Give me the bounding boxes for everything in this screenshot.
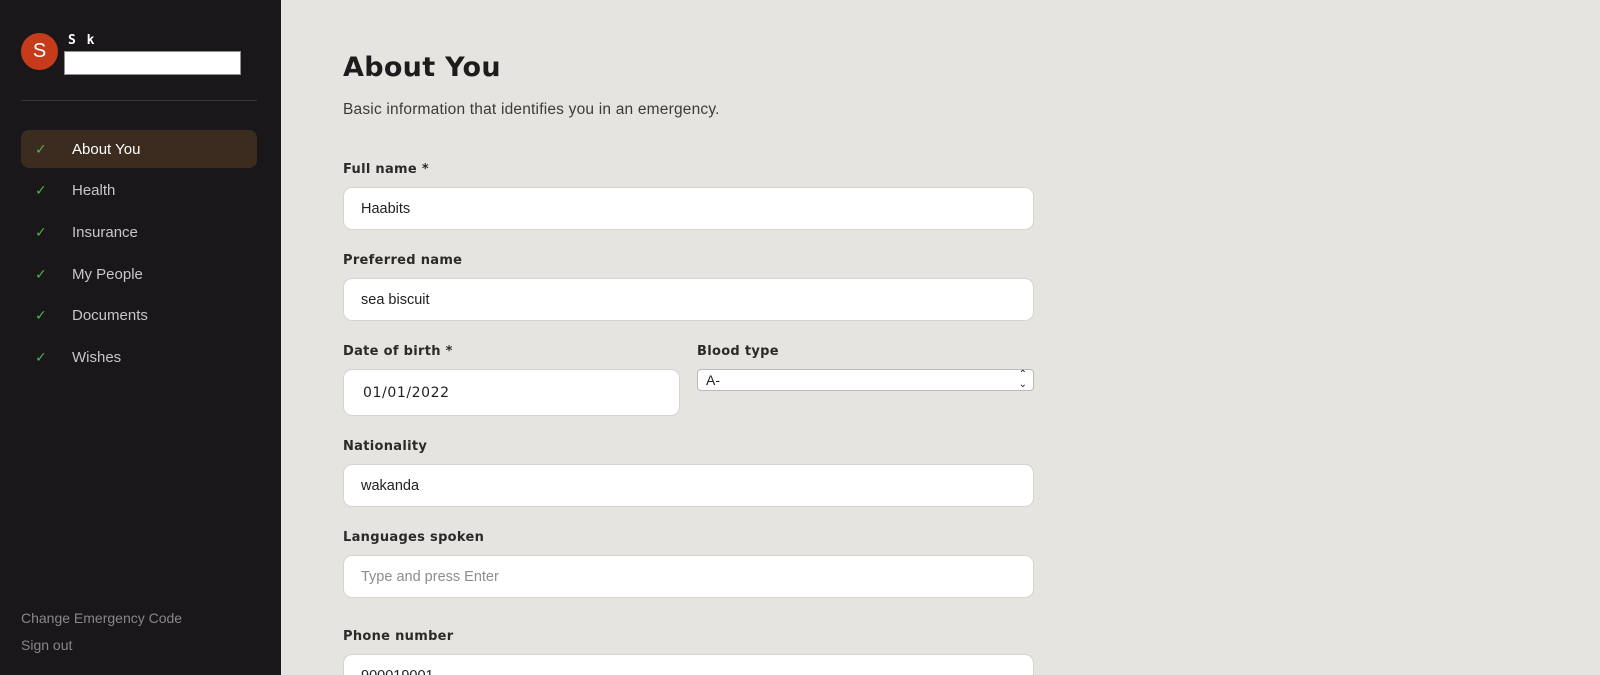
check-icon: ✓ [35,223,47,240]
sidebar-item-label: My People [72,265,143,283]
sidebar-item-insurance[interactable]: ✓ Insurance [21,213,257,251]
sidebar-item-label: Health [72,182,116,200]
check-icon: ✓ [35,182,47,199]
page-title: About You [343,52,501,83]
sidebar: S S k ✓ About You ✓ Health ✓ Insurance ✓ [0,0,281,675]
sidebar-item-wishes[interactable]: ✓ Wishes [21,338,257,376]
check-icon: ✓ [35,140,47,157]
sidebar-nav: ✓ About You ✓ Health ✓ Insurance ✓ My Pe… [21,130,257,380]
preferred-name-label: Preferred name [343,253,463,268]
sidebar-item-documents[interactable]: ✓ Documents [21,297,257,335]
check-icon: ✓ [35,348,47,365]
blood-type-value: A- [706,372,720,388]
full-name-label: Full name * [343,162,429,177]
app-root: S S k ✓ About You ✓ Health ✓ Insurance ✓ [0,0,1600,675]
preferred-name-input[interactable]: sea biscuit [343,278,1034,321]
full-name-input[interactable]: Haabits [343,187,1034,230]
date-of-birth-label: Date of birth * [343,344,453,359]
profile-name: S k [68,33,96,48]
sidebar-item-label: Insurance [72,223,138,241]
profile-name-input[interactable] [64,51,241,75]
main-content: About You Basic information that identif… [281,0,1600,675]
phone-input[interactable]: 900019001 [343,654,1034,675]
profile-info: S k [64,33,241,75]
sidebar-item-label: Wishes [72,348,122,366]
sidebar-footer: Change Emergency Code Sign out [21,610,182,664]
avatar[interactable]: S [21,33,58,70]
sidebar-item-my-people[interactable]: ✓ My People [21,255,257,293]
blood-type-select[interactable]: A- ⌃ ⌄ [697,369,1034,391]
blood-type-label: Blood type [697,344,779,359]
sidebar-item-health[interactable]: ✓ Health [21,172,257,210]
page-subtitle: Basic information that identifies you in… [343,101,720,118]
date-of-birth-input[interactable]: 01/01/2022 [343,369,680,416]
sidebar-item-label: Documents [72,307,148,325]
languages-input[interactable]: Type and press Enter [343,555,1034,598]
change-emergency-code-link[interactable]: Change Emergency Code [21,610,182,626]
languages-label: Languages spoken [343,530,485,545]
sign-out-link[interactable]: Sign out [21,637,182,653]
select-arrows-icon: ⌃ ⌄ [1018,369,1027,390]
nationality-label: Nationality [343,439,428,454]
sidebar-item-about-you[interactable]: ✓ About You [21,130,257,168]
sidebar-item-label: About You [72,140,141,158]
sidebar-divider [21,100,257,101]
nationality-input[interactable]: wakanda [343,464,1034,507]
profile-header: S S k [21,33,241,75]
phone-label: Phone number [343,629,454,644]
check-icon: ✓ [35,307,47,324]
check-icon: ✓ [35,265,47,282]
